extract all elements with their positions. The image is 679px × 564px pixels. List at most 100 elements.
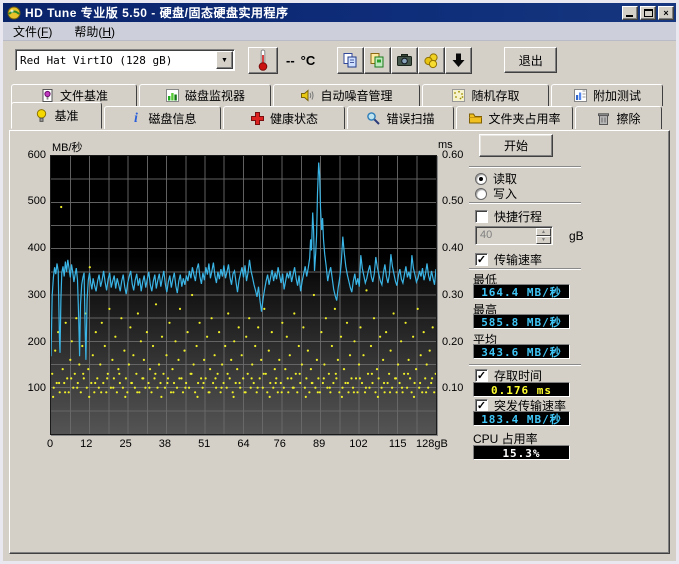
- tab-row-back: 文件基准 磁盘监视器 自动噪音管理 随机存取 附加测试: [3, 84, 676, 106]
- y-tick-200: 200: [16, 336, 46, 348]
- trash-icon: [596, 111, 611, 126]
- left-axis-title: MB/秒: [52, 139, 83, 155]
- x-tick-102: 102: [343, 438, 373, 450]
- maximize-icon: [644, 9, 653, 17]
- camera-icon: [396, 52, 413, 69]
- tab-erase[interactable]: 擦除: [575, 106, 662, 129]
- tab-error-scan[interactable]: 错误扫描: [347, 106, 454, 129]
- screenshot-button[interactable]: [391, 47, 418, 74]
- exit-button[interactable]: 退出: [504, 47, 557, 73]
- magnifier-icon: [366, 111, 381, 126]
- hd-tune-window: HD Tune 专业版 5.50 - 硬盘/固态硬盘实用程序 × 文件(F) 帮…: [0, 0, 679, 564]
- app-icon: [7, 6, 21, 20]
- x-tick-25: 25: [111, 438, 141, 450]
- benchmark-controls: 开始 读取 写入 快捷行程 40 ▲ ▼ gB: [465, 131, 671, 553]
- start-button[interactable]: 开始: [479, 134, 553, 157]
- checkbox-unchecked-icon: [475, 210, 488, 223]
- x-tick-89: 89: [304, 438, 334, 450]
- radio-selected-icon: [475, 173, 487, 185]
- extra-tests-icon: [573, 88, 588, 103]
- x-tick-128: 128gB: [416, 438, 458, 450]
- minimize-icon: [626, 15, 633, 17]
- max-value: 585.8 MB/秒: [473, 314, 570, 329]
- temperature-button[interactable]: [248, 47, 278, 74]
- avg-value: 343.6 MB/秒: [473, 344, 570, 359]
- cpu-usage-value: 15.3%: [473, 445, 570, 460]
- copy-text-button[interactable]: [337, 47, 364, 74]
- coins-icon: [423, 52, 440, 69]
- checkbox-checked-icon: ✓: [475, 253, 488, 266]
- tab-disk-info[interactable]: i 磁盘信息: [104, 106, 221, 129]
- x-tick-76: 76: [265, 438, 295, 450]
- menu-help[interactable]: 帮助(H): [70, 22, 119, 41]
- disk-monitor-icon: [165, 88, 180, 103]
- donate-button[interactable]: [418, 47, 445, 74]
- spinner-up-icon[interactable]: ▲: [536, 228, 551, 236]
- transfer-rate-checkbox[interactable]: ✓ 传输速率: [475, 251, 542, 268]
- tab-health[interactable]: 健康状态: [223, 106, 345, 129]
- y-tick-300: 300: [16, 289, 46, 301]
- tab-folder-usage[interactable]: 文件夹占用率: [456, 106, 573, 129]
- tab-row-front: 基准 i 磁盘信息 健康状态 错误扫描 文件夹占用率 擦除: [3, 106, 676, 129]
- access-time-value: 0.176 ms: [473, 382, 570, 397]
- file-benchmark-icon: [40, 88, 55, 103]
- x-tick-51: 51: [189, 438, 219, 450]
- benchmark-plot-svg: [51, 156, 436, 434]
- temperature-unit: °C: [301, 53, 316, 68]
- minimize-button[interactable]: [622, 6, 638, 20]
- close-button[interactable]: ×: [658, 6, 674, 20]
- drive-select[interactable]: Red Hat VirtIO (128 gB) ▼: [15, 49, 235, 71]
- tab-random-access[interactable]: 随机存取: [422, 84, 549, 106]
- save-results-button[interactable]: [445, 47, 472, 74]
- tab-extra-tests[interactable]: 附加测试: [551, 84, 663, 106]
- tab-aam[interactable]: 自动噪音管理: [273, 84, 420, 106]
- temperature-value: --: [286, 53, 295, 68]
- copy-image-icon: [369, 52, 386, 69]
- thermometer-icon: [256, 49, 270, 71]
- lightbulb-icon: [34, 108, 49, 123]
- menu-file[interactable]: 文件(F): [9, 22, 56, 41]
- download-arrow-icon: [450, 52, 467, 69]
- x-tick-64: 64: [229, 438, 259, 450]
- short-stroke-unit-label: gB: [569, 229, 584, 243]
- separator: [469, 268, 581, 269]
- separator: [469, 166, 581, 167]
- x-tick-38: 38: [150, 438, 180, 450]
- separator: [469, 364, 581, 365]
- separator: [469, 202, 581, 203]
- x-tick-12: 12: [71, 438, 101, 450]
- y-tick-400: 400: [16, 242, 46, 254]
- spinner-down-icon[interactable]: ▼: [536, 236, 551, 244]
- title-bar: HD Tune 专业版 5.50 - 硬盘/固态硬盘实用程序 ×: [3, 3, 676, 22]
- toolbar: Red Hat VirtIO (128 gB) ▼ -- °C: [3, 41, 676, 79]
- drive-select-value: Red Hat VirtIO (128 gB): [16, 54, 216, 67]
- benchmark-plot: [50, 155, 437, 435]
- speaker-icon: [300, 88, 315, 103]
- tab-benchmark[interactable]: 基准: [11, 102, 102, 129]
- close-icon: ×: [663, 8, 668, 18]
- copy-icon: [342, 52, 359, 69]
- chevron-down-icon[interactable]: ▼: [216, 51, 233, 69]
- radio-unselected-icon: [475, 188, 487, 200]
- menu-bar: 文件(F) 帮助(H): [3, 22, 676, 41]
- checkbox-checked-icon: ✓: [475, 369, 488, 382]
- x-tick-115: 115: [383, 438, 413, 450]
- short-stroke-size-field[interactable]: 40 ▲ ▼: [475, 226, 553, 245]
- maximize-button[interactable]: [640, 6, 656, 20]
- info-icon: i: [128, 111, 143, 126]
- benchmark-panel: MB/秒 ms 600 500 400 300 200 100 0.60 0.5…: [9, 130, 670, 554]
- min-value: 164.4 MB/秒: [473, 284, 570, 299]
- tab-zone: 文件基准 磁盘监视器 自动噪音管理 随机存取 附加测试 基准: [3, 79, 676, 130]
- write-radio[interactable]: 写入: [475, 185, 517, 202]
- spinner-buttons[interactable]: ▲ ▼: [536, 228, 551, 243]
- folder-icon: [468, 111, 483, 126]
- x-tick-0: 0: [35, 438, 65, 450]
- copy-image-button[interactable]: [364, 47, 391, 74]
- y-tick-500: 500: [16, 195, 46, 207]
- burst-rate-value: 183.4 MB/秒: [473, 411, 570, 426]
- y-tick-100: 100: [16, 382, 46, 394]
- toolbar-icon-group: [337, 47, 472, 74]
- short-stroke-checkbox[interactable]: 快捷行程: [475, 208, 542, 225]
- tab-disk-monitor[interactable]: 磁盘监视器: [139, 84, 271, 106]
- health-cross-icon: [250, 111, 265, 126]
